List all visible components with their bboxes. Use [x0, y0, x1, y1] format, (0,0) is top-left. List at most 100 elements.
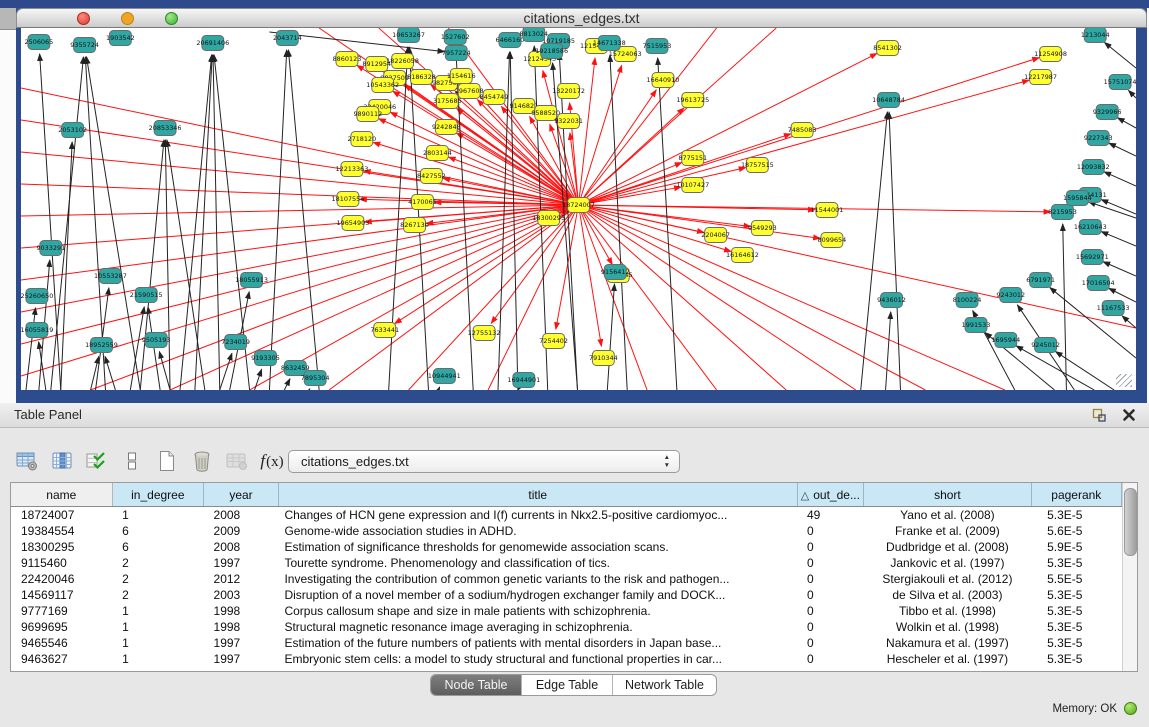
cell-name[interactable]: 18724007: [11, 507, 112, 524]
column-header-pagerank[interactable]: pagerank: [1031, 483, 1121, 507]
cell-in_degree[interactable]: 1: [112, 507, 203, 524]
graph-node[interactable]: 10653267: [392, 28, 425, 43]
graph-node[interactable]: 1695944: [991, 333, 1020, 348]
cell-year[interactable]: 2009: [204, 523, 279, 539]
cell-name[interactable]: 9777169: [11, 603, 112, 619]
graph-node[interactable]: 25260650: [21, 289, 53, 304]
cell-name[interactable]: 14569117: [11, 587, 112, 603]
table-selector-dropdown[interactable]: citations_edges.txt ▲▼: [288, 450, 680, 473]
table-row[interactable]: 1830029562008Estimation of significance …: [11, 539, 1122, 555]
graph-node[interactable]: 16944901: [507, 373, 540, 388]
cell-short[interactable]: Jankovic et al. (1997): [864, 555, 1031, 571]
column-header-title[interactable]: title: [278, 483, 797, 507]
table-settings-icon[interactable]: [14, 448, 40, 474]
cell-year[interactable]: 1997: [204, 555, 279, 571]
cell-year[interactable]: 1997: [204, 635, 279, 651]
graph-node[interactable]: 9436012: [877, 293, 906, 308]
graph-node[interactable]: 12755132: [468, 326, 501, 341]
cell-out_degree[interactable]: 0: [797, 587, 864, 603]
cell-name[interactable]: 9463627: [11, 651, 112, 667]
graph-node[interactable]: 2803144: [423, 146, 452, 161]
cell-title[interactable]: Genome-wide association studies in ADHD.: [278, 523, 797, 539]
column-header-year[interactable]: year: [204, 483, 279, 507]
cell-out_degree[interactable]: 0: [797, 635, 864, 651]
cell-year[interactable]: 1998: [204, 603, 279, 619]
clear-row-selection-icon[interactable]: [119, 448, 145, 474]
column-header-in_degree[interactable]: in_degree: [112, 483, 203, 507]
cell-in_degree[interactable]: 1: [112, 651, 203, 667]
graph-node[interactable]: 2204067: [701, 228, 730, 243]
graph-node[interactable]: 11544001: [811, 203, 844, 218]
cell-name[interactable]: 22420046: [11, 571, 112, 587]
graph-node[interactable]: 1154616: [447, 69, 476, 84]
graph-node[interactable]: 12213363: [336, 162, 369, 177]
table-row[interactable]: 1938455462009Genome-wide association stu…: [11, 523, 1122, 539]
graph-node[interactable]: 8267130: [400, 218, 429, 233]
table-vertical-scrollbar[interactable]: [1122, 483, 1137, 671]
new-column-icon[interactable]: [154, 448, 180, 474]
graph-node[interactable]: 9355724: [70, 38, 99, 53]
graph-node[interactable]: 9505193: [142, 333, 171, 348]
cell-year[interactable]: 1997: [204, 651, 279, 667]
graph-node[interactable]: 12217987: [1024, 70, 1057, 85]
cell-year[interactable]: 2008: [204, 539, 279, 555]
cell-year[interactable]: 2003: [204, 587, 279, 603]
graph-node[interactable]: 13220172: [552, 84, 585, 99]
graph-node[interactable]: 7633441: [370, 323, 399, 338]
graph-node[interactable]: 19613725: [676, 93, 709, 108]
graph-node[interactable]: 18055913: [235, 273, 268, 288]
cell-year[interactable]: 1998: [204, 619, 279, 635]
graph-node[interactable]: 7515953: [643, 39, 672, 54]
graph-node[interactable]: 10648784: [872, 93, 905, 108]
graph-node[interactable]: 9890112: [353, 107, 382, 122]
cell-name[interactable]: 18300295: [11, 539, 112, 555]
graph-node[interactable]: 8099654: [818, 233, 847, 248]
graph-node[interactable]: 7254402: [539, 334, 568, 349]
graph-node[interactable]: 11254908: [1034, 47, 1067, 62]
tab-edge-table[interactable]: Edge Table: [522, 675, 613, 695]
graph-node[interactable]: 16055819: [21, 323, 53, 338]
cell-out_degree[interactable]: 0: [797, 555, 864, 571]
graph-node[interactable]: 2718120: [347, 132, 376, 147]
graph-node[interactable]: 16640910: [647, 73, 680, 88]
column-header-short[interactable]: short: [864, 483, 1031, 507]
graph-node[interactable]: 7910344: [589, 351, 618, 366]
cell-pagerank[interactable]: 5.3E-5: [1031, 555, 1121, 571]
graph-node[interactable]: 2053102: [58, 123, 87, 138]
graph-node[interactable]: 1991533: [962, 318, 991, 333]
cell-year[interactable]: 2012: [204, 571, 279, 587]
graph-node[interactable]: 16164612: [726, 248, 759, 263]
memory-ok-indicator-icon[interactable]: [1124, 702, 1137, 715]
cell-pagerank[interactable]: 5.3E-5: [1031, 507, 1121, 524]
graph-node[interactable]: 7485083: [788, 123, 817, 138]
graph-node[interactable]: 8454749: [480, 90, 509, 105]
cell-title[interactable]: Estimation of the future numbers of pati…: [278, 635, 797, 651]
graph-node[interactable]: 18952559: [85, 338, 118, 353]
graph-node[interactable]: 6791971: [1026, 273, 1055, 288]
table-row[interactable]: 1872400712008Changes of HCN gene express…: [11, 507, 1122, 524]
graph-node[interactable]: 18107554: [332, 192, 365, 207]
cell-name[interactable]: 9699695: [11, 619, 112, 635]
table-row[interactable]: 911546021997Tourette syndrome. Phenomeno…: [11, 555, 1122, 571]
cell-name[interactable]: 9115460: [11, 555, 112, 571]
cell-pagerank[interactable]: 5.3E-5: [1031, 651, 1121, 667]
scrollbar-thumb[interactable]: [1124, 488, 1137, 556]
graph-node[interactable]: 8813024: [519, 28, 548, 42]
cell-pagerank[interactable]: 5.6E-5: [1031, 523, 1121, 539]
graph-node[interactable]: 20691406: [196, 36, 229, 51]
function-builder-icon[interactable]: f(x): [259, 448, 285, 474]
cell-short[interactable]: Nakamura et al. (1997): [864, 635, 1031, 651]
cell-short[interactable]: de Silva et al. (2003): [864, 587, 1031, 603]
cell-out_degree[interactable]: 49: [797, 507, 864, 524]
cell-short[interactable]: Franke et al. (2009): [864, 523, 1031, 539]
column-header-out_degree[interactable]: △out_de...: [797, 483, 864, 507]
graph-node[interactable]: 2506065: [25, 35, 54, 50]
graph-node[interactable]: 7895304: [301, 371, 330, 386]
graph-node[interactable]: 9243012: [996, 288, 1025, 303]
cell-title[interactable]: Tourette syndrome. Phenomenology and cla…: [278, 555, 797, 571]
cell-in_degree[interactable]: 2: [112, 571, 203, 587]
cell-name[interactable]: 9465546: [11, 635, 112, 651]
cell-year[interactable]: 2008: [204, 507, 279, 524]
cell-out_degree[interactable]: 0: [797, 523, 864, 539]
graph-node[interactable]: 8775151: [678, 151, 707, 166]
